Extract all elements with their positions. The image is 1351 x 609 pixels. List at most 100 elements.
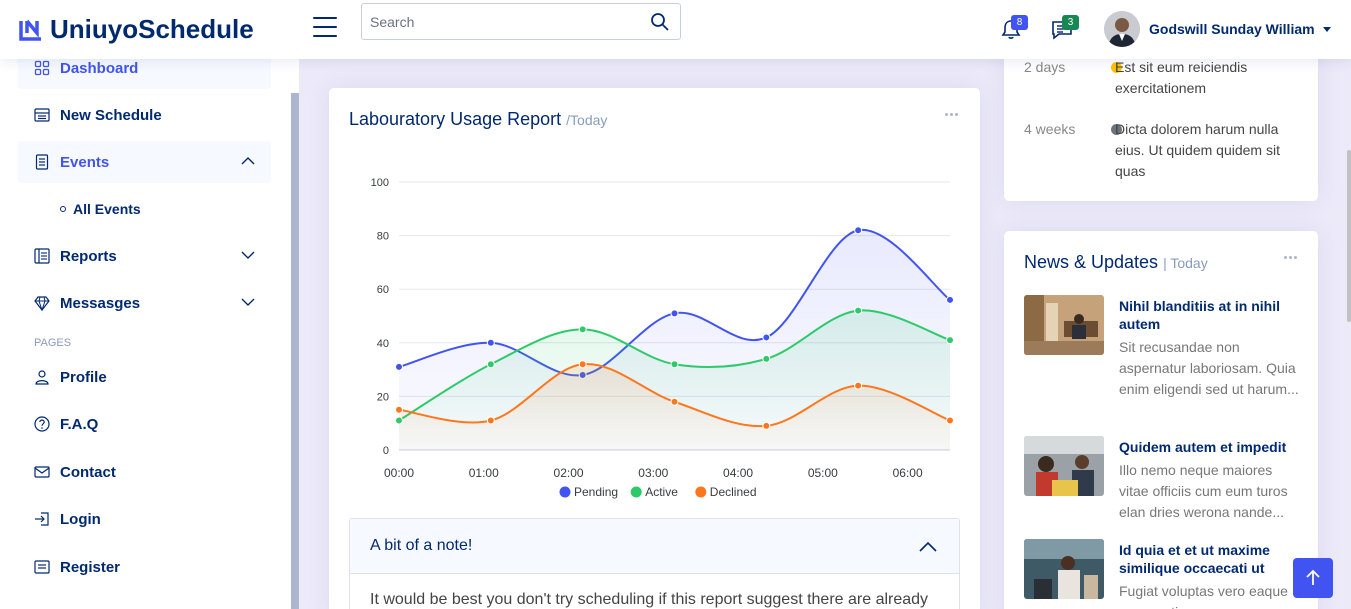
data-point[interactable] bbox=[670, 397, 679, 406]
sidebar-subitem-label: All Events bbox=[73, 201, 141, 217]
activity-text: Est sit eum reiciendis exercitationem bbox=[1115, 59, 1248, 96]
sidebar-item-faq[interactable]: F.A.Q bbox=[18, 403, 271, 445]
news-item: Id quia et et ut maxime similique occaec… bbox=[1024, 539, 1314, 609]
activity-item: 4 weeks Dicta dolorem harum nulla eius. … bbox=[1024, 121, 1304, 191]
data-point[interactable] bbox=[578, 325, 587, 334]
grid-icon bbox=[34, 60, 50, 76]
sidebar-subitem-all-events[interactable]: All Events bbox=[60, 201, 141, 217]
arrow-up-icon bbox=[1306, 569, 1320, 585]
legend-marker[interactable] bbox=[559, 486, 571, 498]
x-tick-label: 01:00 bbox=[469, 466, 499, 480]
data-point[interactable] bbox=[762, 333, 771, 342]
legend-label[interactable]: Pending bbox=[574, 485, 618, 499]
recent-activity-card: 2 days Est sit eum reiciendis exercitati… bbox=[1004, 40, 1318, 201]
activity-time: 2 days bbox=[1024, 59, 1066, 75]
note-accordion-header[interactable]: A bit of a note! bbox=[350, 519, 959, 574]
main-scrollbar[interactable] bbox=[1347, 150, 1351, 322]
card-title: News & Updates | Today bbox=[1024, 252, 1208, 273]
logo-icon bbox=[19, 19, 41, 41]
card-subtitle: | Today bbox=[1163, 255, 1208, 271]
news-updates-card: News & Updates | Today Nihil blanditiis … bbox=[1004, 231, 1318, 609]
data-point[interactable] bbox=[854, 381, 863, 390]
data-point[interactable] bbox=[946, 295, 954, 304]
y-tick-label: 80 bbox=[377, 231, 389, 243]
sidebar-scrollbar[interactable] bbox=[291, 93, 299, 609]
legend-label[interactable]: Active bbox=[645, 485, 678, 499]
more-options-icon[interactable] bbox=[1284, 256, 1298, 260]
sidebar-item-messages[interactable]: Messasges bbox=[18, 282, 271, 324]
sidebar-item-label: Events bbox=[60, 153, 110, 171]
data-point[interactable] bbox=[854, 226, 863, 235]
search-icon[interactable] bbox=[650, 12, 670, 32]
data-point[interactable] bbox=[670, 360, 679, 369]
chevron-down-icon bbox=[241, 298, 255, 306]
gem-icon bbox=[34, 296, 50, 311]
usage-chart: 0 20 40 60 80 100 00:00 01:00 02:00 03:00 04:00 05:… bbox=[371, 177, 954, 499]
login-icon bbox=[35, 512, 49, 526]
legend-marker[interactable] bbox=[630, 486, 642, 498]
data-point[interactable] bbox=[854, 306, 863, 315]
data-point[interactable] bbox=[486, 338, 495, 347]
news-image bbox=[1024, 539, 1104, 599]
sidebar-item-label: Register bbox=[60, 558, 121, 576]
x-tick-label: 06:00 bbox=[893, 466, 923, 480]
data-point[interactable] bbox=[670, 309, 679, 318]
notifications-badge: 8 bbox=[1011, 15, 1028, 30]
data-point[interactable] bbox=[762, 421, 771, 430]
sidebar-item-contact[interactable]: Contact bbox=[18, 451, 271, 493]
sidebar-item-label: Reports bbox=[60, 247, 117, 265]
menu-toggle-button[interactable] bbox=[313, 17, 337, 39]
profile-dropdown[interactable]: Godswill Sunday William bbox=[1104, 11, 1331, 47]
sidebar-item-label: New Schedule bbox=[60, 106, 162, 124]
sidebar-item-login[interactable]: Login bbox=[18, 498, 271, 540]
y-tick-label: 100 bbox=[371, 177, 389, 189]
back-to-top-button[interactable] bbox=[1293, 558, 1333, 598]
note-body: It would be best you don't try schedulin… bbox=[370, 591, 929, 608]
news-title[interactable]: Id quia et et ut maxime similique occaec… bbox=[1119, 541, 1309, 577]
chevron-up-icon bbox=[919, 541, 937, 552]
data-point[interactable] bbox=[486, 416, 495, 425]
sidebar-item-events[interactable]: Events bbox=[18, 141, 271, 183]
envelope-icon bbox=[34, 466, 50, 478]
activity-time: 4 weeks bbox=[1024, 121, 1076, 137]
news-text: Sit recusandae non aspernatur laboriosam… bbox=[1119, 339, 1299, 397]
sidebar-item-label: Messasges bbox=[60, 294, 141, 312]
data-point[interactable] bbox=[762, 354, 771, 363]
sidebar: Dashboard New Schedule Events All Events bbox=[0, 47, 299, 609]
data-point[interactable] bbox=[395, 405, 403, 414]
card-title-text: News & Updates bbox=[1024, 252, 1159, 272]
data-point[interactable] bbox=[578, 360, 587, 369]
app-title: UniuyoSchedule bbox=[50, 14, 254, 44]
journal-icon bbox=[35, 154, 49, 170]
legend-label[interactable]: Declined bbox=[710, 485, 757, 499]
sidebar-item-label: Profile bbox=[60, 368, 107, 386]
news-text: Illo nemo neque maiores vitae officiis c… bbox=[1119, 462, 1288, 520]
sidebar-item-register[interactable]: Register bbox=[18, 546, 271, 588]
layout-icon bbox=[34, 248, 50, 264]
sidebar-item-profile[interactable]: Profile bbox=[18, 356, 271, 398]
circle-icon bbox=[60, 206, 66, 212]
news-title[interactable]: Nihil blanditiis at in nihil autem bbox=[1119, 297, 1309, 333]
note-accordion: A bit of a note! It would be best you do… bbox=[349, 518, 960, 609]
x-tick-label: 04:00 bbox=[723, 466, 753, 480]
list-icon bbox=[34, 108, 50, 122]
messages-button[interactable]: 3 bbox=[1051, 15, 1079, 40]
x-tick-label: 05:00 bbox=[808, 466, 838, 480]
search-input[interactable] bbox=[362, 4, 632, 39]
data-point[interactable] bbox=[946, 336, 954, 345]
notifications-button[interactable]: 8 bbox=[1000, 15, 1028, 40]
sidebar-item-label: F.A.Q bbox=[60, 415, 99, 433]
x-tick-label: 02:00 bbox=[554, 466, 584, 480]
data-point[interactable] bbox=[946, 416, 954, 425]
sidebar-item-label: Login bbox=[60, 510, 101, 528]
legend-marker[interactable] bbox=[695, 486, 707, 498]
y-tick-label: 60 bbox=[377, 284, 389, 296]
data-point[interactable] bbox=[486, 360, 495, 369]
data-point[interactable] bbox=[395, 362, 403, 371]
sidebar-item-new-schedule[interactable]: New Schedule bbox=[18, 94, 271, 136]
person-icon bbox=[35, 370, 49, 385]
news-title[interactable]: Quidem autem et impedit bbox=[1119, 438, 1309, 456]
sidebar-item-reports[interactable]: Reports bbox=[18, 235, 271, 277]
logo[interactable]: UniuyoSchedule bbox=[18, 14, 254, 45]
user-name: Godswill Sunday William bbox=[1149, 21, 1315, 37]
